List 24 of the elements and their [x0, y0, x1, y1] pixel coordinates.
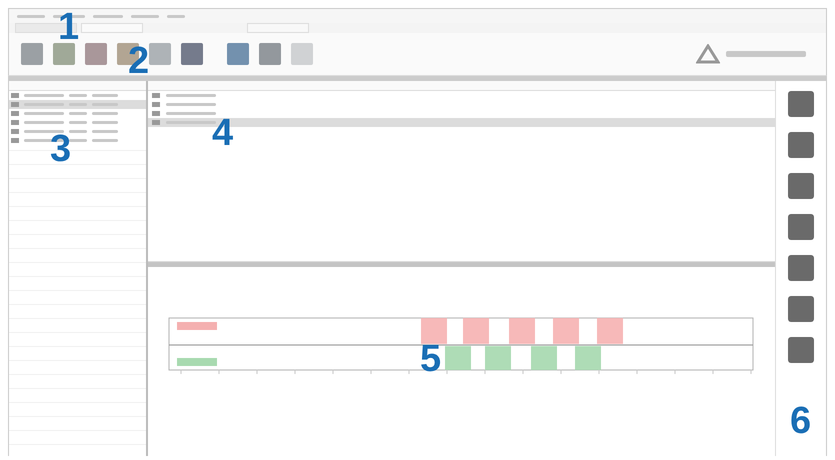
toolbar-icon[interactable]	[181, 43, 203, 65]
list-row[interactable]	[9, 91, 146, 100]
tool-icon[interactable]	[788, 91, 814, 117]
callout-number: 1	[58, 8, 80, 46]
toolbar-icon[interactable]	[53, 43, 75, 65]
tool-icon[interactable]	[788, 337, 814, 363]
tool-icon[interactable]	[788, 132, 814, 158]
callout-number: 3	[50, 130, 72, 168]
tool-icon[interactable]	[788, 296, 814, 322]
callout-number: 6	[790, 402, 812, 440]
logo-icon	[696, 44, 720, 64]
toolbar-icon[interactable]	[85, 43, 107, 65]
toolbar-icon[interactable]	[291, 43, 313, 65]
tool-icon[interactable]	[788, 255, 814, 281]
callout-number: 2	[128, 42, 150, 80]
toolbar-icon[interactable]	[21, 43, 43, 65]
toolbar-icon[interactable]	[259, 43, 281, 65]
tool-icon[interactable]	[788, 214, 814, 240]
list-row[interactable]	[9, 118, 146, 127]
callout-number: 5	[420, 340, 442, 378]
toolbar-icon[interactable]	[227, 43, 249, 65]
tool-icon[interactable]	[788, 173, 814, 199]
toolbar-icon[interactable]	[149, 43, 171, 65]
callout-number: 4	[212, 114, 234, 152]
